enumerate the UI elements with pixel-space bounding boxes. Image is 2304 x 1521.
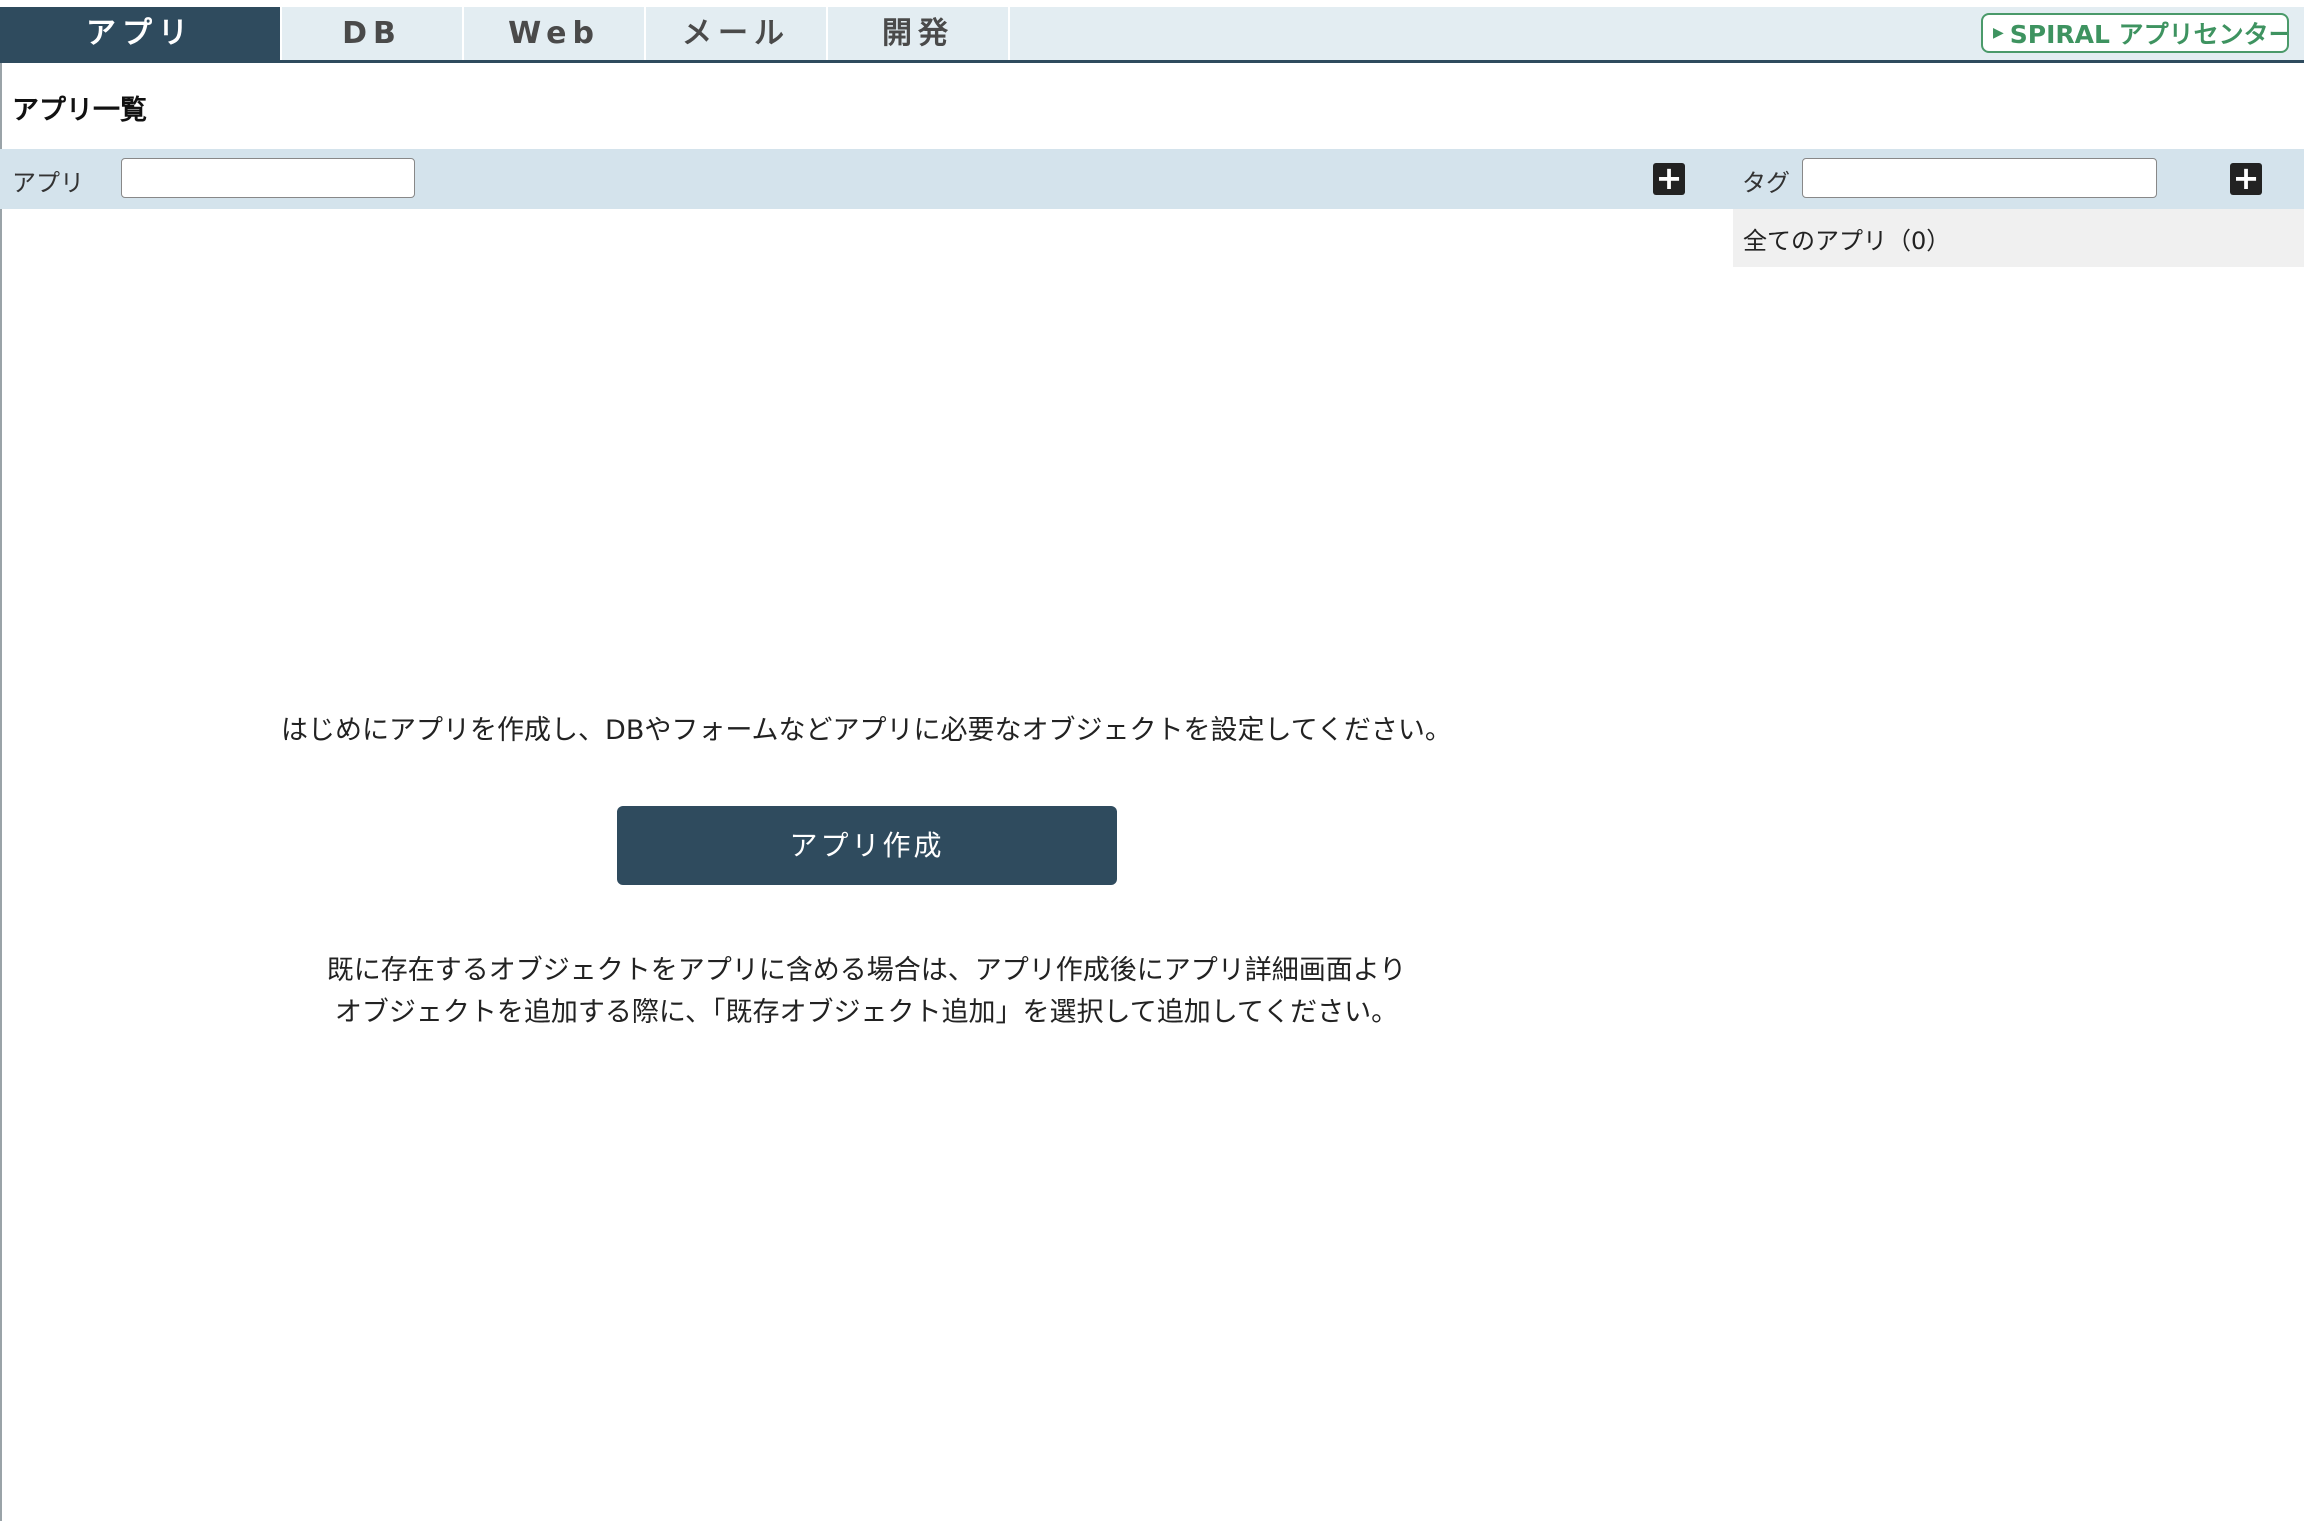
- plus-icon: +: [2232, 159, 2260, 197]
- tag-item-all-apps[interactable]: 全てのアプリ（0）: [1743, 221, 1950, 256]
- app-search-input[interactable]: [121, 158, 415, 198]
- tab-app[interactable]: アプリ: [0, 7, 282, 60]
- add-tag-button[interactable]: +: [2230, 162, 2262, 195]
- spiral-app-center-logo[interactable]: ▶ SPIRAL アプリセンター ✈: [1981, 13, 2289, 53]
- note-line-2: オブジェクトを追加する際に、「既存オブジェクト追加」を選択して追加してください。: [334, 997, 1399, 1028]
- create-app-button[interactable]: アプリ作成: [617, 806, 1117, 885]
- add-app-button[interactable]: +: [1653, 162, 1685, 195]
- tab-web[interactable]: Web: [464, 7, 646, 60]
- filter-bar: アプリ + タグ +: [0, 149, 2304, 209]
- intro-message: はじめにアプリを作成し、DBやフォームなどアプリに必要なオブジェクトを設定してく…: [281, 715, 1452, 746]
- tag-list: 全てのアプリ（0）: [1733, 209, 2304, 267]
- note-line-1: 既に存在するオブジェクトをアプリに含める場合は、アプリ作成後にアプリ詳細画面より: [326, 955, 1407, 986]
- page-title: アプリ一覧: [12, 95, 147, 126]
- existing-object-note: 既に存在するオブジェクトをアプリに含める場合は、アプリ作成後にアプリ詳細画面より…: [0, 950, 1733, 1034]
- top-navigation: アプリ DB Web メール 開発 ▶ SPIRAL アプリセンター ✈: [0, 7, 2304, 63]
- plus-icon: +: [1655, 159, 1683, 197]
- logo-text: SPIRAL アプリセンター: [2009, 20, 2289, 49]
- tag-search-input[interactable]: [1802, 158, 2157, 198]
- tab-dev[interactable]: 開発: [828, 7, 1010, 60]
- play-icon: ▶: [1993, 25, 2004, 41]
- tab-mail[interactable]: メール: [646, 7, 828, 60]
- tag-filter-label: タグ: [1742, 169, 1790, 197]
- left-border: [0, 63, 2, 1521]
- app-filter-label: アプリ: [12, 169, 84, 197]
- tab-db[interactable]: DB: [282, 7, 464, 60]
